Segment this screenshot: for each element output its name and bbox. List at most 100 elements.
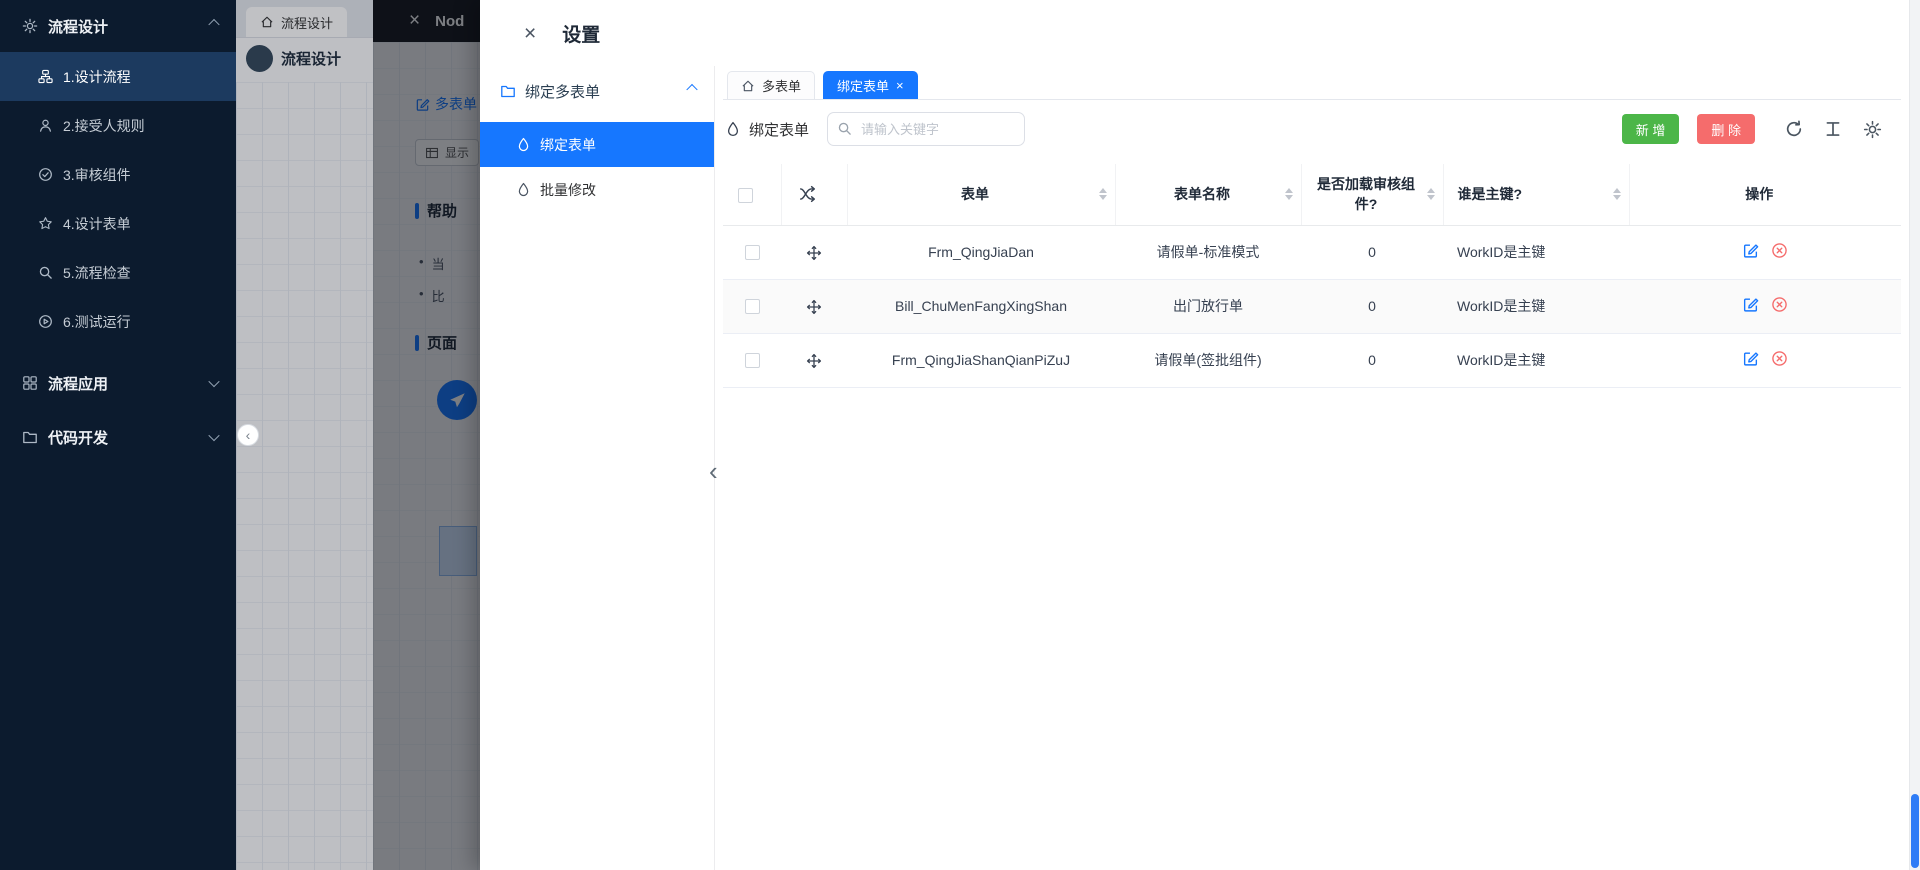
gear-icon bbox=[22, 18, 38, 34]
sort-carets[interactable] bbox=[1098, 188, 1107, 201]
nav-group-label: 绑定多表单 bbox=[525, 83, 601, 101]
move-icon[interactable] bbox=[806, 299, 822, 315]
sidebar-item-label: 5.流程检查 bbox=[63, 264, 131, 281]
col-primary-key[interactable]: 谁是主键? bbox=[1443, 164, 1630, 226]
table-row: Bill_ChuMenFangXingShan 出门放行单 0 WorkID是主… bbox=[723, 279, 1901, 334]
star-icon bbox=[38, 216, 53, 231]
workspace-tab-label: 流程设计 bbox=[281, 15, 334, 31]
row-checkbox[interactable] bbox=[744, 353, 760, 369]
sidebar-group-label: 流程设计 bbox=[48, 18, 109, 36]
sort-carets[interactable] bbox=[1426, 188, 1435, 201]
cell-form-name: 请假单(签批组件) bbox=[1115, 333, 1301, 388]
screen: 流程设计 1.设计流程 2.接受人规则 3.审核组件 4.设计表单 5.流程检查… bbox=[0, 0, 1920, 870]
sidebar-item-audit-component[interactable]: 3.审核组件 bbox=[0, 150, 236, 199]
move-icon[interactable] bbox=[806, 353, 822, 369]
cell-form-name: 出门放行单 bbox=[1115, 279, 1301, 334]
search-input[interactable] bbox=[827, 112, 1026, 146]
nav-group-bind-multiform[interactable]: 绑定多表单 bbox=[480, 68, 714, 114]
nav-item-bind-form[interactable]: 绑定表单 bbox=[480, 122, 714, 167]
col-form-name[interactable]: 表单名称 bbox=[1115, 164, 1302, 226]
sidebar-item-test-run[interactable]: 6.测试运行 bbox=[0, 297, 236, 346]
delete-icon[interactable] bbox=[1771, 350, 1788, 367]
workspace-tabbar: 流程设计 bbox=[236, 0, 373, 38]
close-icon[interactable]: × bbox=[896, 79, 904, 92]
sort-carets[interactable] bbox=[1284, 188, 1293, 201]
sidebar-item-process-check[interactable]: 5.流程检查 bbox=[0, 248, 236, 297]
cell-load-audit: 0 bbox=[1301, 333, 1443, 388]
show-button-label: 显示 bbox=[445, 146, 470, 160]
page-section-title: 页面 bbox=[415, 332, 457, 353]
brand-title: 流程设计 bbox=[281, 51, 342, 68]
settings-gear-icon[interactable] bbox=[1861, 118, 1883, 140]
delete-button[interactable]: 删 除 bbox=[1697, 114, 1755, 144]
search-box bbox=[827, 112, 1026, 146]
col-reorder bbox=[781, 164, 848, 226]
edit-icon[interactable] bbox=[1742, 296, 1759, 313]
page-scrollbar[interactable] bbox=[1909, 0, 1920, 870]
sidebar-group-code-dev[interactable]: 代码开发 bbox=[0, 410, 236, 464]
help-bullet: • 当 bbox=[419, 254, 445, 272]
sidebar-item-acceptor-rules[interactable]: 2.接受人规则 bbox=[0, 101, 236, 150]
table-row: Frm_QingJiaDan 请假单-标准模式 0 WorkID是主键 bbox=[723, 225, 1901, 280]
shuffle-icon[interactable] bbox=[799, 185, 817, 203]
sidebar-group-process-app[interactable]: 流程应用 bbox=[0, 356, 236, 410]
folder-icon bbox=[500, 83, 516, 99]
sort-carets[interactable] bbox=[1612, 188, 1621, 201]
sidebar-group-process-design[interactable]: 流程设计 bbox=[0, 0, 236, 52]
row-height-icon[interactable] bbox=[1822, 118, 1844, 140]
chevron-up-icon bbox=[686, 83, 698, 96]
row-checkbox[interactable] bbox=[744, 299, 760, 315]
tab-bind-form[interactable]: 绑定表单 × bbox=[823, 71, 918, 99]
sidebar-item-design-process[interactable]: 1.设计流程 bbox=[0, 52, 236, 101]
close-icon[interactable]: × bbox=[524, 23, 536, 44]
cell-form-name: 请假单-标准模式 bbox=[1115, 225, 1301, 280]
home-icon bbox=[741, 79, 755, 93]
chevron-down-icon bbox=[208, 375, 220, 388]
edit-icon[interactable] bbox=[1742, 350, 1759, 367]
settings-modal: × 设置 绑定多表单 绑定表单 批量修改 多表单 绑定表单 × 绑定表单 请输入… bbox=[480, 0, 1909, 870]
avatar[interactable] bbox=[246, 45, 273, 72]
drawer-header: × Nod bbox=[373, 0, 480, 42]
bullet-icon: • bbox=[419, 254, 424, 269]
scrollbar-thumb[interactable] bbox=[1911, 794, 1919, 868]
multi-form-link[interactable]: 多表单 bbox=[415, 94, 477, 114]
table-row: Frm_QingJiaShanQianPiZuJ 请假单(签批组件) 0 Wor… bbox=[723, 333, 1901, 388]
move-icon[interactable] bbox=[806, 245, 822, 261]
cell-primary-key: WorkID是主键 bbox=[1443, 279, 1629, 334]
sidebar-item-label: 1.设计流程 bbox=[63, 68, 131, 85]
reload-icon[interactable] bbox=[1783, 118, 1805, 140]
sidebar-item-design-form[interactable]: 4.设计表单 bbox=[0, 199, 236, 248]
close-icon[interactable]: × bbox=[409, 10, 420, 32]
nav-item-label: 批量修改 bbox=[540, 181, 596, 198]
grid-icon bbox=[425, 146, 439, 160]
panel-collapse-button[interactable]: ‹ bbox=[237, 424, 259, 446]
chevron-up-icon bbox=[208, 18, 220, 31]
modal-title: 设置 bbox=[562, 24, 601, 46]
workspace-tab-process-design[interactable]: 流程设计 bbox=[246, 7, 348, 37]
cell-load-audit: 0 bbox=[1301, 279, 1443, 334]
row-checkbox[interactable] bbox=[744, 245, 760, 261]
multi-form-link-label: 多表单 bbox=[435, 96, 477, 112]
nav-item-batch-edit[interactable]: 批量修改 bbox=[480, 167, 714, 212]
add-button[interactable]: 新 增 bbox=[1621, 114, 1680, 144]
col-form[interactable]: 表单 bbox=[847, 164, 1116, 226]
background-drawer: × Nod 多表单 显示 帮助 • 当 • 比 页面 bbox=[373, 0, 480, 870]
edit-icon bbox=[415, 97, 430, 112]
section-title: 绑定表单 bbox=[725, 119, 809, 140]
sidebar-group-label: 代码开发 bbox=[48, 429, 109, 447]
select-all-checkbox[interactable] bbox=[738, 187, 754, 203]
search-icon bbox=[837, 121, 852, 136]
col-load-audit[interactable]: 是否加载审核组件? bbox=[1301, 164, 1444, 226]
send-button[interactable] bbox=[437, 380, 477, 420]
delete-icon[interactable] bbox=[1771, 242, 1788, 259]
drawer-body: 多表单 显示 帮助 • 当 • 比 页面 bbox=[373, 42, 480, 870]
drawer-title: Nod bbox=[435, 12, 465, 30]
droplet-icon bbox=[516, 137, 531, 152]
delete-icon[interactable] bbox=[1771, 296, 1788, 313]
show-button[interactable]: 显示 bbox=[415, 139, 480, 166]
nav-collapse-button[interactable]: ‹ bbox=[709, 458, 718, 484]
edit-icon[interactable] bbox=[1742, 242, 1759, 259]
folder-icon bbox=[22, 429, 38, 445]
help-bullet: • 比 bbox=[419, 286, 445, 304]
tab-multiform[interactable]: 多表单 bbox=[727, 71, 816, 99]
